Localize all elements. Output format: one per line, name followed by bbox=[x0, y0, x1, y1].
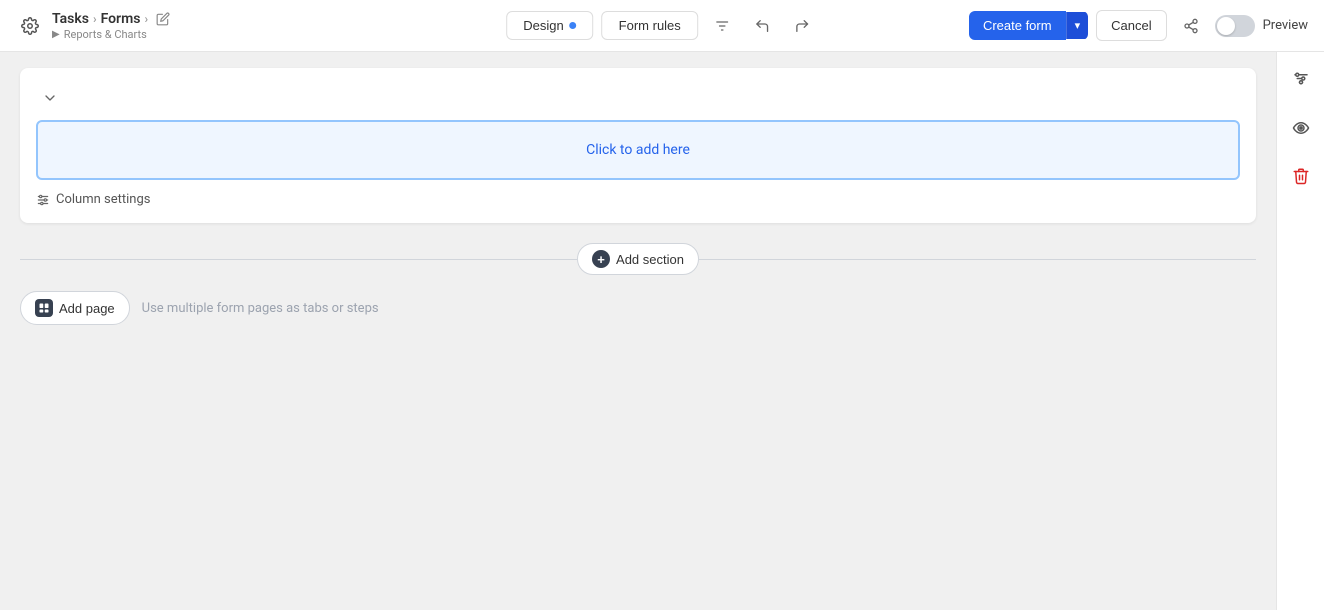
create-form-button[interactable]: Create form ▾ bbox=[969, 11, 1088, 40]
breadcrumb-sub-arrow: ▶ bbox=[52, 29, 60, 40]
main-content: Click to add here Column settings + Add … bbox=[0, 52, 1324, 610]
add-page-section: Add page Use multiple form pages as tabs… bbox=[20, 291, 1256, 325]
breadcrumb: Tasks › Forms › ▶ Reports & Charts bbox=[52, 11, 170, 41]
breadcrumb-sep2: › bbox=[144, 12, 148, 26]
create-form-dropdown-btn[interactable]: ▾ bbox=[1066, 12, 1089, 39]
add-page-button[interactable]: Add page bbox=[20, 291, 130, 325]
collapse-button[interactable] bbox=[36, 84, 64, 112]
form-rules-tab-label: Form rules bbox=[619, 18, 681, 33]
right-sidebar bbox=[1276, 52, 1324, 610]
add-page-icon bbox=[35, 299, 53, 317]
divider-line-left bbox=[20, 259, 577, 260]
column-settings-icon bbox=[36, 193, 50, 207]
sidebar-trash-icon[interactable] bbox=[1285, 160, 1317, 192]
click-to-add-field[interactable]: Click to add here bbox=[36, 120, 1240, 180]
cancel-button[interactable]: Cancel bbox=[1096, 10, 1166, 41]
add-section-plus-icon: + bbox=[592, 250, 610, 268]
redo-icon[interactable] bbox=[786, 10, 818, 42]
gear-icon[interactable] bbox=[16, 12, 44, 40]
add-page-hint: Use multiple form pages as tabs or steps bbox=[142, 301, 379, 316]
topbar-right: Create form ▾ Cancel Preview bbox=[969, 10, 1308, 42]
create-form-main-btn[interactable]: Create form bbox=[969, 11, 1066, 40]
column-settings-row[interactable]: Column settings bbox=[36, 192, 1240, 207]
form-card: Click to add here Column settings bbox=[20, 68, 1256, 223]
sidebar-filter-icon[interactable] bbox=[1285, 64, 1317, 96]
preview-toggle[interactable] bbox=[1215, 15, 1255, 37]
topbar-center: Design Form rules bbox=[506, 10, 818, 42]
preview-label: Preview bbox=[1263, 18, 1308, 33]
tab-design[interactable]: Design bbox=[506, 11, 593, 40]
breadcrumb-sep1: › bbox=[93, 12, 97, 26]
breadcrumb-sub-label: Reports & Charts bbox=[64, 28, 147, 41]
divider-section: + Add section bbox=[20, 243, 1256, 275]
edit-icon[interactable] bbox=[156, 12, 170, 26]
column-settings-label: Column settings bbox=[56, 192, 150, 207]
form-area: Click to add here Column settings + Add … bbox=[0, 52, 1276, 610]
breadcrumb-forms[interactable]: Forms bbox=[101, 11, 141, 27]
tab-form-rules[interactable]: Form rules bbox=[602, 11, 698, 40]
design-tab-label: Design bbox=[523, 18, 563, 33]
toggle-knob bbox=[1217, 17, 1235, 35]
breadcrumb-tasks[interactable]: Tasks bbox=[52, 11, 89, 27]
click-to-add-text: Click to add here bbox=[586, 142, 690, 158]
undo-icon[interactable] bbox=[746, 10, 778, 42]
divider-line-right bbox=[699, 259, 1256, 260]
design-tab-dot bbox=[570, 22, 577, 29]
sidebar-eye-icon[interactable] bbox=[1285, 112, 1317, 144]
preview-toggle-wrap: Preview bbox=[1215, 15, 1308, 37]
topbar: Tasks › Forms › ▶ Reports & Charts Desig… bbox=[0, 0, 1324, 52]
add-page-label: Add page bbox=[59, 301, 115, 316]
add-section-button[interactable]: + Add section bbox=[577, 243, 699, 275]
share-icon[interactable] bbox=[1175, 10, 1207, 42]
filter-settings-icon[interactable] bbox=[706, 10, 738, 42]
add-section-label: Add section bbox=[616, 252, 684, 267]
topbar-left: Tasks › Forms › ▶ Reports & Charts bbox=[16, 11, 170, 41]
